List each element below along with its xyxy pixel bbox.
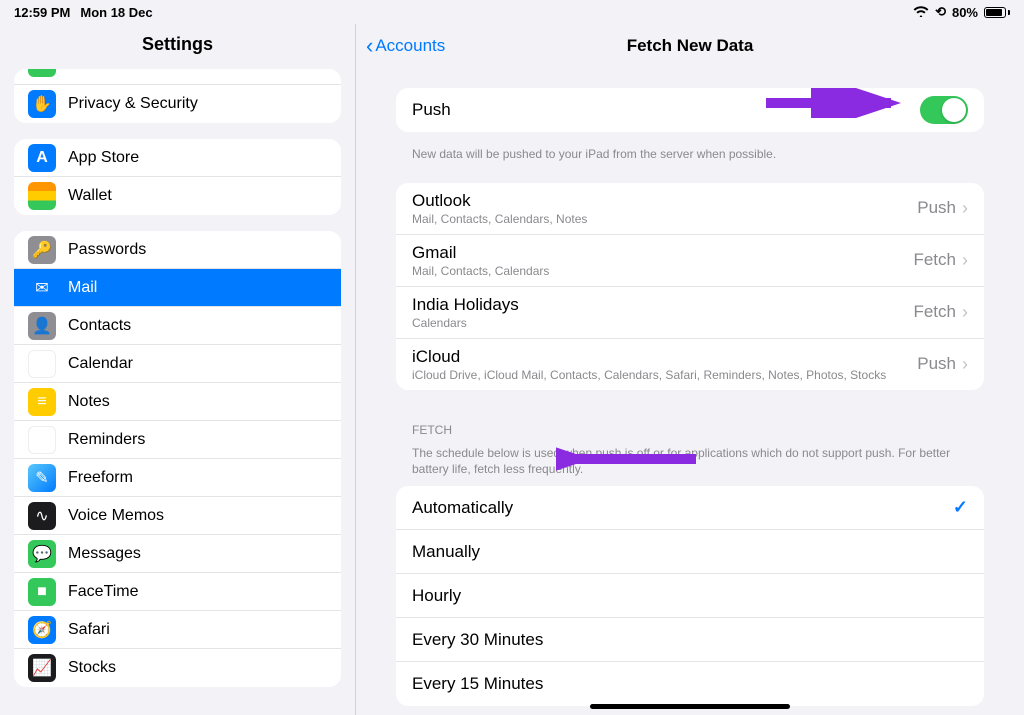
notes-icon: ≡ (28, 388, 56, 416)
fetch-option-automatically[interactable]: Automatically✓ (396, 486, 984, 530)
sidebar-item-label: Messages (68, 545, 327, 563)
push-label: Push (412, 100, 920, 120)
app-store-icon: A (28, 144, 56, 172)
account-services: Mail, Contacts, Calendars, Notes (412, 212, 917, 226)
account-row-gmail[interactable]: GmailMail, Contacts, CalendarsFetch › (396, 235, 984, 287)
fetch-option-every-15-minutes[interactable]: Every 15 Minutes (396, 662, 984, 706)
sidebar-item-messages[interactable]: 💬 Messages (14, 535, 341, 573)
sidebar-item-hidden-top[interactable] (14, 69, 341, 85)
freeform-icon: ✎ (28, 464, 56, 492)
fetch-option-label: Manually (412, 542, 968, 562)
fetch-option-label: Every 30 Minutes (412, 630, 968, 650)
sidebar-item-passwords[interactable]: 🔑 Passwords (14, 231, 341, 269)
account-name: iCloud (412, 347, 917, 367)
fetch-option-label: Every 15 Minutes (412, 674, 968, 694)
mail-icon: ✉ (28, 274, 56, 302)
sidebar-item-notes[interactable]: ≡ Notes (14, 383, 341, 421)
calendar-icon: ▦ (28, 350, 56, 378)
account-row-outlook[interactable]: OutlookMail, Contacts, Calendars, NotesP… (396, 183, 984, 235)
push-toggle-row[interactable]: Push (396, 88, 984, 132)
settings-sidebar[interactable]: Settings ✋ Privacy & Security A App Stor… (0, 24, 356, 715)
sidebar-title: Settings (0, 24, 355, 69)
sidebar-item-label: Freeform (68, 469, 327, 487)
messages-icon: 💬 (28, 540, 56, 568)
facetime-icon: ■ (28, 578, 56, 606)
status-bar: 12:59 PM Mon 18 Dec ⟲ 80% (0, 0, 1024, 24)
fetch-option-label: Automatically (412, 498, 953, 518)
chevron-right-icon: › (962, 302, 968, 323)
sidebar-item-label: App Store (68, 149, 327, 167)
status-time: 12:59 PM (14, 5, 70, 20)
sidebar-item-label: Privacy & Security (68, 95, 327, 113)
checkmark-icon: ✓ (953, 497, 968, 518)
sidebar-item-privacy[interactable]: ✋ Privacy & Security (14, 85, 341, 123)
sidebar-item-reminders[interactable]: ••• Reminders (14, 421, 341, 459)
home-indicator (590, 704, 790, 709)
account-row-india-holidays[interactable]: India HolidaysCalendarsFetch › (396, 287, 984, 339)
sidebar-item-mail[interactable]: ✉ Mail (14, 269, 341, 307)
account-mode: Fetch (913, 250, 956, 270)
account-mode: Fetch (913, 302, 956, 322)
sidebar-item-label: Contacts (68, 317, 327, 335)
sidebar-item-stocks[interactable]: 📈 Stocks (14, 649, 341, 687)
chevron-left-icon: ‹ (366, 33, 373, 59)
push-toggle[interactable] (920, 96, 968, 124)
sidebar-item-label: Passwords (68, 241, 327, 259)
sidebar-item-calendar[interactable]: ▦ Calendar (14, 345, 341, 383)
sidebar-item-freeform[interactable]: ✎ Freeform (14, 459, 341, 497)
wifi-icon (913, 5, 929, 20)
sidebar-item-label: Mail (68, 279, 327, 297)
sidebar-item-label: FaceTime (68, 583, 327, 601)
sidebar-item-app-store[interactable]: A App Store (14, 139, 341, 177)
sidebar-item-safari[interactable]: 🧭 Safari (14, 611, 341, 649)
back-label: Accounts (375, 36, 445, 56)
sidebar-item-label: Wallet (68, 187, 327, 205)
sidebar-item-contacts[interactable]: 👤 Contacts (14, 307, 341, 345)
back-button[interactable]: ‹ Accounts (356, 33, 445, 59)
stocks-icon: 📈 (28, 654, 56, 682)
fetch-option-manually[interactable]: Manually (396, 530, 984, 574)
account-name: Outlook (412, 191, 917, 211)
reminders-icon: ••• (28, 426, 56, 454)
battery-percent: 80% (952, 5, 978, 20)
sidebar-item-voice-memos[interactable]: ∿ Voice Memos (14, 497, 341, 535)
account-services: Mail, Contacts, Calendars (412, 264, 913, 278)
account-services: Calendars (412, 316, 913, 330)
sidebar-item-facetime[interactable]: ■ FaceTime (14, 573, 341, 611)
sidebar-item-label: Reminders (68, 431, 327, 449)
fetch-option-hourly[interactable]: Hourly (396, 574, 984, 618)
wallet-icon (28, 182, 56, 210)
passwords-icon: 🔑 (28, 236, 56, 264)
account-mode: Push (917, 198, 956, 218)
account-row-icloud[interactable]: iCloudiCloud Drive, iCloud Mail, Contact… (396, 339, 984, 390)
status-date: Mon 18 Dec (80, 5, 152, 20)
sidebar-item-wallet[interactable]: Wallet (14, 177, 341, 215)
chevron-right-icon: › (962, 250, 968, 271)
sidebar-item-label: Safari (68, 621, 327, 639)
push-footer: New data will be pushed to your iPad fro… (396, 140, 984, 163)
detail-pane: ‹ Accounts Fetch New Data Push New data … (356, 24, 1024, 715)
contacts-icon: 👤 (28, 312, 56, 340)
sidebar-item-label: Stocks (68, 659, 327, 677)
fetch-option-label: Hourly (412, 586, 968, 606)
account-services: iCloud Drive, iCloud Mail, Contacts, Cal… (412, 368, 917, 382)
account-name: India Holidays (412, 295, 913, 315)
hand-icon: ✋ (28, 90, 56, 118)
battery-icon (984, 7, 1010, 18)
safari-icon: 🧭 (28, 616, 56, 644)
voice-memos-icon: ∿ (28, 502, 56, 530)
rotation-lock-icon: ⟲ (935, 4, 946, 20)
account-mode: Push (917, 354, 956, 374)
page-title: Fetch New Data (356, 36, 1024, 56)
sidebar-item-label: Calendar (68, 355, 327, 373)
sidebar-item-label: Voice Memos (68, 507, 327, 525)
account-name: Gmail (412, 243, 913, 263)
fetch-header: FETCH (396, 398, 984, 445)
chevron-right-icon: › (962, 198, 968, 219)
fetch-option-every-30-minutes[interactable]: Every 30 Minutes (396, 618, 984, 662)
fetch-desc: The schedule below is used when push is … (396, 445, 984, 487)
sidebar-item-label: Notes (68, 393, 327, 411)
chevron-right-icon: › (962, 354, 968, 375)
